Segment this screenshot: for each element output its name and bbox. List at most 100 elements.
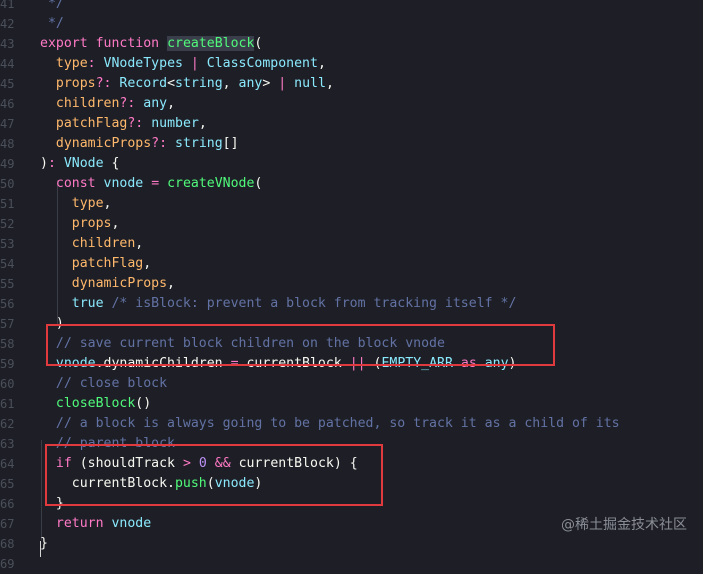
code-text: return vnode	[40, 514, 151, 534]
code-token: props	[55, 76, 96, 91]
code-line[interactable]: 61 closeBlock()	[0, 394, 703, 414]
code-token: */	[40, 0, 64, 11]
code-token: any	[143, 96, 168, 111]
line-number: 52	[0, 217, 15, 231]
line-number: 46	[0, 97, 15, 111]
line-number: 64	[0, 457, 15, 471]
line-number: 53	[0, 237, 15, 251]
line-number: 69	[0, 557, 15, 571]
line-number: 62	[0, 417, 15, 431]
code-line[interactable]: 52 props,	[0, 214, 703, 234]
code-editor[interactable]: 41 */42 */43 export function createBlock(…	[0, 0, 703, 574]
code-text: type: VNodeTypes | ClassComponent,	[40, 54, 326, 74]
code-line[interactable]: 42 */	[0, 14, 703, 34]
line-number: 43	[0, 37, 15, 51]
code-text: ): VNode {	[40, 154, 119, 174]
code-text: props?: Record<string, any> | null,	[40, 74, 334, 94]
code-token: patchFlag	[55, 116, 128, 131]
code-token: type	[71, 196, 104, 211]
watermark: @稀土掘金技术社区	[561, 517, 687, 533]
code-text: const vnode = createVNode(	[40, 174, 262, 194]
code-token: closeBlock	[55, 396, 136, 411]
line-number: 66	[0, 497, 15, 511]
code-text: type,	[40, 194, 112, 214]
code-token: string	[175, 76, 223, 91]
code-line[interactable]: 47 patchFlag?: number,	[0, 114, 703, 134]
code-line[interactable]: 51 type,	[0, 194, 703, 214]
code-line[interactable]: 45 props?: Record<string, any> | null,	[0, 74, 703, 94]
code-line[interactable]: 53 children,	[0, 234, 703, 254]
code-token: ?:	[119, 96, 144, 111]
code-text: patchFlag?: number,	[40, 114, 207, 134]
line-number: 48	[0, 137, 15, 151]
code-text: */	[40, 0, 64, 14]
line-number: 51	[0, 197, 15, 211]
code-token: ,	[167, 96, 176, 111]
code-line[interactable]: 44 type: VNodeTypes | ClassComponent,	[0, 54, 703, 74]
code-line[interactable]: 55 dynamicProps,	[0, 274, 703, 294]
code-token: true	[71, 296, 104, 311]
line-number: 54	[0, 257, 15, 271]
line-number: 47	[0, 117, 15, 131]
code-token: >	[262, 76, 279, 91]
code-text: // a block is always going to be patched…	[40, 414, 620, 434]
code-line[interactable]: 54 patchFlag,	[0, 254, 703, 274]
code-line[interactable]: 68}	[0, 534, 703, 554]
line-number: 65	[0, 477, 15, 491]
code-text: }	[40, 534, 48, 554]
line-number: 68	[0, 537, 15, 551]
code-text: children,	[40, 234, 143, 254]
code-token: /* isBlock: prevent a block from trackin…	[103, 296, 517, 311]
code-token: VNode	[63, 156, 104, 171]
code-text: props,	[40, 214, 120, 234]
code-line[interactable]: 48 dynamicProps?: string[]	[0, 134, 703, 154]
code-line[interactable]: 46 children?: any,	[0, 94, 703, 114]
code-text: closeBlock()	[40, 394, 151, 414]
line-number: 49	[0, 157, 15, 171]
code-text: patchFlag,	[40, 254, 151, 274]
code-line[interactable]: 60 // close block	[0, 374, 703, 394]
line-number: 60	[0, 377, 15, 391]
highlight-box-track-block	[45, 444, 383, 506]
code-line[interactable]: 56 true /* isBlock: prevent a block from…	[0, 294, 703, 314]
line-number: 55	[0, 277, 15, 291]
line-number: 41	[0, 0, 15, 11]
code-line[interactable]: 49 ): VNode {	[0, 154, 703, 174]
code-text: children?: any,	[40, 94, 175, 114]
code-token: ,	[135, 236, 144, 251]
code-token: }	[40, 536, 48, 551]
code-token: ?:	[127, 116, 152, 131]
line-number: 42	[0, 17, 15, 31]
text-cursor	[40, 541, 41, 557]
line-number: 45	[0, 77, 15, 91]
code-line[interactable]: 41 */	[0, 0, 703, 14]
code-line[interactable]: 69	[0, 554, 703, 574]
line-number: 56	[0, 297, 15, 311]
code-text: dynamicProps,	[40, 274, 175, 294]
code-token: string	[175, 136, 223, 151]
code-line[interactable]: 62 // a block is always going to be patc…	[0, 414, 703, 434]
code-token: any	[238, 76, 263, 91]
line-number: 59	[0, 357, 15, 371]
code-token: const	[55, 176, 96, 191]
code-line[interactable]: 43 export function createBlock(	[0, 34, 703, 54]
code-token: function	[95, 36, 160, 51]
code-token: createBlock	[167, 36, 255, 51]
code-token: ?:	[151, 136, 175, 151]
code-text: true /* isBlock: prevent a block from tr…	[40, 294, 517, 314]
code-token: children	[71, 236, 136, 251]
code-token: type	[55, 56, 88, 71]
code-line[interactable]: 50 const vnode = createVNode(	[0, 174, 703, 194]
code-token: (	[254, 36, 263, 51]
code-token: ClassComponent	[206, 56, 318, 71]
code-token: :	[87, 56, 104, 71]
code-text: dynamicProps?: string[]	[40, 134, 239, 154]
